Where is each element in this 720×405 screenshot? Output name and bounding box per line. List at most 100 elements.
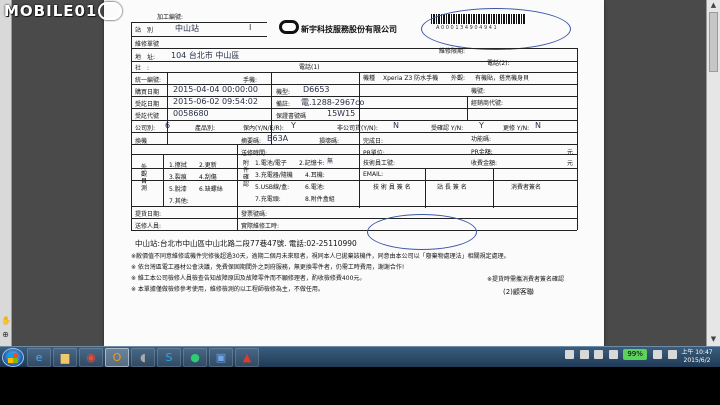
attachment-none-value: 無 <box>327 158 334 165</box>
outlook-icon[interactable]: O <box>105 348 129 367</box>
address-label: 地 址: <box>135 54 156 61</box>
attachment-8: 8.附件盒組 <box>305 196 335 203</box>
code-value: 0058680 <box>173 109 209 118</box>
fee-label: 收費金額: <box>471 160 498 167</box>
email-label: EMAIL: <box>363 171 384 178</box>
model-name-value: Xperia Z3 防水手機 <box>383 75 439 82</box>
serial-label: 摘要碼: <box>241 138 262 145</box>
attachment-1: 1.電池/電子 <box>255 160 287 167</box>
machine-no-label: 機號: <box>471 88 486 95</box>
taskbar: e ▆ ◉ O ◖ S ● ▣ ▲ 99% 上午 10:47 2015/6/2 <box>0 346 720 367</box>
scroll-up-icon[interactable]: ▲ <box>708 0 719 10</box>
tray-icon[interactable] <box>579 350 589 359</box>
check-6: 6.缺螺絲 <box>199 186 223 193</box>
station-sign-label: 站 長 簽 名 <box>437 184 467 191</box>
in-warranty-label: 保內(Y/N/E/R): <box>243 125 284 132</box>
attachment-7: 7.充電頭: <box>255 196 281 203</box>
pr-amount-unit: 元 <box>567 149 574 156</box>
company-value: 6 <box>165 121 171 130</box>
ink-circle-phone <box>367 214 477 250</box>
fault-code-label: 損壞碼: <box>319 138 340 145</box>
check-7: 7.其他: <box>169 198 189 205</box>
model-label: 機型: <box>276 89 291 96</box>
done-date-label: 完成日: <box>363 138 384 145</box>
store-value: 中山站 <box>175 24 199 33</box>
clock-time: 上午 10:47 <box>681 349 713 356</box>
clock[interactable]: 上午 10:47 2015/6/2 <box>680 349 714 365</box>
system-tray: 99% <box>565 349 680 365</box>
hand-tool-icon[interactable]: ✋ <box>1 316 11 326</box>
attachment-2: 2.記憶卡: <box>299 160 325 167</box>
network-icon[interactable] <box>653 350 663 359</box>
tech-sign-label: 技 術 員 簽 名 <box>373 184 411 191</box>
repair-order-label: 維修單號 <box>135 41 160 48</box>
check-4: 4.刮傷 <box>199 174 217 181</box>
confirm-label: 受確認 Y/N: <box>431 125 464 132</box>
social-label: 社 : <box>135 65 150 72</box>
check-1: 1.擦拭 <box>169 162 187 169</box>
in-warranty-value: Y <box>291 121 296 130</box>
appearance-label: 外觀: <box>451 75 466 82</box>
change-value: N <box>535 121 541 130</box>
fault-label: 換機 <box>135 138 148 145</box>
purchase-date-label: 購買日期 <box>135 89 160 96</box>
zoom-tool-icon[interactable]: ⊕ <box>1 330 10 340</box>
repair-deadline-label: 維修限期: <box>439 48 466 55</box>
phone2-label: 電話(2): <box>487 60 510 67</box>
line-icon[interactable]: ● <box>183 348 207 367</box>
uac-icon[interactable]: ▣ <box>209 348 233 367</box>
form-title-label: 加工編號: <box>157 14 184 21</box>
received-date-label: 受訖日期 <box>135 101 160 108</box>
model-value: D6653 <box>303 85 330 94</box>
vertical-scrollbar[interactable]: ▲ ▼ <box>706 0 720 346</box>
note-4: ※ 本單據僅做檢修參考使用，維修檢測的以工程師檢修為主，不做任用。 <box>131 286 324 293</box>
mobile-label: 手機: <box>243 77 258 84</box>
warranty-value: 15W15 <box>327 109 356 118</box>
tray-icon[interactable] <box>608 350 618 359</box>
chrome-icon[interactable]: ◉ <box>79 348 103 367</box>
tray-icon[interactable] <box>594 350 604 359</box>
date-pick-label: 提貨日期: <box>135 211 162 218</box>
volume-icon[interactable] <box>668 350 677 359</box>
attachment-3: 3.充電器/隨機 <box>255 172 293 179</box>
left-toolbar: ✋ ⊕ <box>0 0 12 346</box>
skype-icon[interactable]: S <box>157 348 181 367</box>
ink-circle <box>421 8 571 50</box>
distributor-label: 經銷商代號: <box>471 100 504 107</box>
store-label: 站 別 <box>135 27 154 34</box>
change-label: 更修 Y/N: <box>503 125 530 132</box>
warranty-label: 保證書號碼 <box>276 113 307 120</box>
copy-label: (2)顧客聯 <box>503 288 534 296</box>
purchase-date-value: 2015-04-04 00:00:00 <box>173 85 258 94</box>
remark-label: 備註: <box>276 101 291 108</box>
received-date-value: 2015-06-02 09:54:02 <box>173 97 258 106</box>
pdf-icon[interactable]: ▲ <box>235 348 259 367</box>
repair-person-label: 送修人員: <box>135 223 162 230</box>
check-5: 5.脫漆 <box>169 186 187 193</box>
letterbox-bar <box>0 367 720 405</box>
scroll-down-icon[interactable]: ▼ <box>708 334 719 344</box>
tech-label: 技術員工號: <box>363 160 396 167</box>
tray-icon[interactable] <box>565 350 575 359</box>
remark-value: 電.1288-2967co <box>301 98 365 107</box>
serial-value: B63A <box>267 134 289 143</box>
attachment-4: 4.耳機: <box>305 172 325 179</box>
attachment-5: 5.USB線/盒: <box>255 184 290 191</box>
check-2: 2.更新 <box>199 162 217 169</box>
code-label: 受訖代號 <box>135 113 160 120</box>
func-code-label: 功能碼: <box>471 136 492 143</box>
receipt-note: ※提貨時需攜消費者簽名確認 <box>487 276 565 283</box>
appearance-title: 外觀目測 <box>141 164 148 192</box>
start-button[interactable] <box>2 348 24 367</box>
folder-icon[interactable]: ▆ <box>53 348 77 367</box>
scroll-thumb[interactable] <box>709 12 718 72</box>
company-name: 新宇科技服務股份有限公司 <box>301 25 397 34</box>
store-address: 中山站:台北市中山區中山北路二段77巷47號. 電話:02-25110990 <box>135 239 357 248</box>
address-value: 104 台北市 中山區 <box>171 51 240 60</box>
battery-indicator[interactable]: 99% <box>623 349 647 360</box>
media-icon[interactable]: ◖ <box>131 348 155 367</box>
actual-repair-label: 實際維修工時: <box>241 223 280 230</box>
rebate-label: 發票號碼: <box>241 211 268 218</box>
company-label: 公司別: <box>135 125 156 132</box>
ie-icon[interactable]: e <box>27 348 51 367</box>
